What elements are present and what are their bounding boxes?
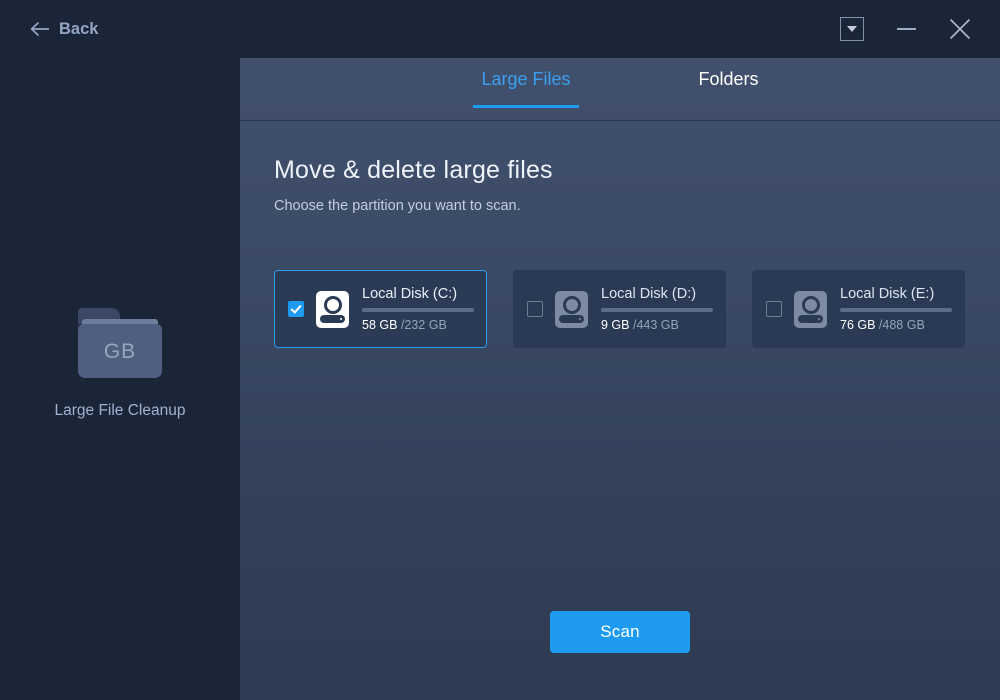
partition-used-c: 58 GB xyxy=(362,318,397,332)
footer-actions: Scan xyxy=(240,611,1000,653)
scan-button[interactable]: Scan xyxy=(550,611,690,653)
partition-checkbox-d[interactable] xyxy=(527,301,543,317)
partition-name-d: Local Disk (D:) xyxy=(601,287,713,302)
partition-name-c: Local Disk (C:) xyxy=(362,287,474,302)
partition-usage-bar-e xyxy=(840,308,952,312)
partition-total-e: /488 GB xyxy=(879,318,925,332)
partition-usage-bar-c xyxy=(362,308,474,312)
partition-used-d: 9 GB xyxy=(601,318,630,332)
partition-checkbox-e[interactable] xyxy=(766,301,782,317)
partition-list: Local Disk (C:) 58 GB /232 GB xyxy=(274,270,966,348)
hard-disk-icon xyxy=(316,291,349,328)
menu-button[interactable] xyxy=(834,12,870,46)
caret-down-icon xyxy=(840,17,864,41)
hard-disk-icon xyxy=(555,291,588,328)
close-button[interactable] xyxy=(942,12,978,46)
partition-size-e: 76 GB /488 GB xyxy=(840,319,952,332)
partition-card-c[interactable]: Local Disk (C:) 58 GB /232 GB xyxy=(274,270,487,348)
tab-large-files-label: Large Files xyxy=(481,69,570,89)
back-label: Back xyxy=(59,20,98,39)
tab-large-files[interactable]: Large Files xyxy=(477,70,574,108)
tab-bar: Large Files Folders xyxy=(240,58,1000,121)
close-icon xyxy=(949,18,971,40)
app-window: Back xyxy=(0,0,1000,700)
folder-icon-text: GB xyxy=(104,340,136,364)
back-button[interactable]: Back xyxy=(30,20,98,39)
main-panel: Move & delete large files Choose the par… xyxy=(240,121,1000,700)
partition-used-e: 76 GB xyxy=(840,318,875,332)
partition-card-d[interactable]: Local Disk (D:) 9 GB /443 GB xyxy=(513,270,726,348)
page-title: Move & delete large files xyxy=(274,156,966,185)
partition-total-c: /232 GB xyxy=(401,318,447,332)
title-bar: Back xyxy=(0,0,1000,58)
minimize-icon xyxy=(897,28,916,30)
partition-size-c: 58 GB /232 GB xyxy=(362,319,474,332)
window-body: GB Large File Cleanup Large Files Folder… xyxy=(0,58,1000,700)
content-area: Large Files Folders Move & delete large … xyxy=(240,58,1000,700)
window-controls xyxy=(834,12,978,46)
partition-total-d: /443 GB xyxy=(633,318,679,332)
hard-disk-icon xyxy=(794,291,827,328)
partition-name-e: Local Disk (E:) xyxy=(840,287,952,302)
partition-usage-bar-d xyxy=(601,308,713,312)
partition-checkbox-c[interactable] xyxy=(288,301,304,317)
tab-folders-label: Folders xyxy=(699,69,759,89)
page-subtitle: Choose the partition you want to scan. xyxy=(274,198,966,214)
tab-folders[interactable]: Folders xyxy=(695,70,763,108)
partition-card-e[interactable]: Local Disk (E:) 76 GB /488 GB xyxy=(752,270,965,348)
arrow-left-icon xyxy=(30,22,49,36)
partition-size-d: 9 GB /443 GB xyxy=(601,319,713,332)
minimize-button[interactable] xyxy=(888,12,924,46)
sidebar-title: Large File Cleanup xyxy=(55,402,186,420)
sidebar: GB Large File Cleanup xyxy=(0,58,240,700)
folder-gb-icon: GB xyxy=(78,308,162,378)
